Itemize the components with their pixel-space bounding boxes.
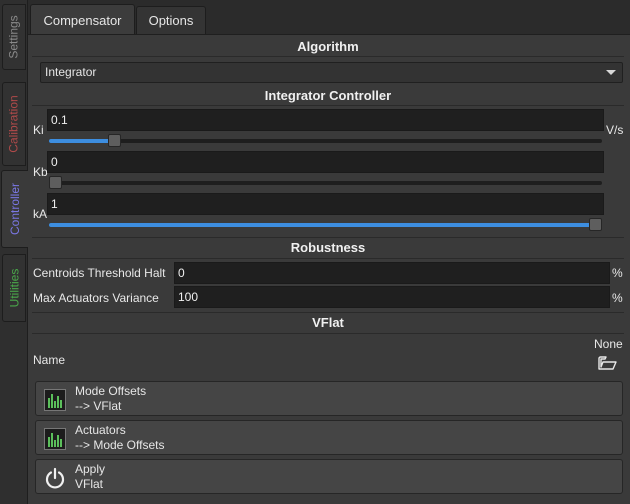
divider (32, 258, 624, 259)
max-actuators-variance-input[interactable]: 100 (174, 286, 610, 308)
ki-slider-fill (49, 139, 115, 143)
tab-options[interactable]: Options (136, 6, 206, 34)
side-tab-bar: Settings Calibration Controller Utilitie… (0, 0, 28, 504)
ka-slider-fill (49, 223, 596, 227)
apply-vflat-line1: Apply (75, 462, 106, 476)
ki-slider[interactable] (49, 134, 602, 147)
ka-input[interactable]: 1 (47, 193, 604, 215)
actuators-to-mode-offsets-button[interactable]: Actuators --> Mode Offsets (35, 420, 623, 455)
side-tab-calibration-label: Calibration (7, 95, 21, 153)
vflat-name-label: Name (33, 353, 66, 367)
mode-offsets-to-vflat-button[interactable]: Mode Offsets --> VFlat (35, 381, 623, 416)
divider (32, 333, 624, 334)
tab-compensator[interactable]: Compensator (30, 4, 135, 35)
actuators-to-mode-offsets-line2: --> Mode Offsets (75, 438, 165, 452)
ka-slider-handle[interactable] (589, 218, 602, 231)
algorithm-select[interactable]: Integrator (40, 62, 623, 83)
side-tab-controller[interactable]: Controller (1, 170, 28, 248)
side-tab-utilities-label: Utilities (7, 268, 22, 308)
side-tab-utilities[interactable]: Utilities (2, 254, 26, 322)
actuators-to-mode-offsets-line1: Actuators (75, 423, 126, 437)
ki-input[interactable]: 0.1 (47, 109, 604, 131)
mode-offsets-to-vflat-line1: Mode Offsets (75, 384, 147, 398)
max-actuators-variance-label: Max Actuators Variance (33, 291, 159, 305)
divider (32, 237, 624, 238)
kb-label: Kb (33, 165, 48, 179)
side-tab-controller-label: Controller (8, 182, 22, 236)
divider (32, 312, 624, 313)
compensator-panel: Algorithm Integrator Integrator Controll… (28, 34, 630, 504)
apply-vflat-button[interactable]: Apply VFlat (35, 459, 623, 494)
folder-open-icon[interactable] (598, 355, 618, 371)
ka-slider[interactable] (49, 218, 602, 231)
side-tab-settings[interactable]: Settings (2, 4, 26, 70)
chart-icon (44, 389, 66, 411)
robustness-title: Robustness (290, 240, 366, 255)
ki-unit: V/s (606, 123, 624, 137)
kb-input[interactable]: 0 (47, 151, 604, 173)
divider (32, 56, 624, 57)
max-actuators-variance-unit: % (612, 291, 623, 305)
kb-slider[interactable] (49, 176, 602, 189)
ki-label: Ki (33, 123, 44, 137)
divider (32, 105, 624, 106)
side-tab-calibration[interactable]: Calibration (2, 82, 26, 166)
ki-slider-handle[interactable] (108, 134, 122, 147)
top-tab-bar: Compensator Options (28, 0, 630, 35)
algorithm-select-value: Integrator (45, 65, 97, 79)
vflat-title: VFlat (312, 315, 344, 330)
integrator-title: Integrator Controller (264, 88, 392, 103)
centroids-threshold-label: Centroids Threshold Halt (33, 266, 166, 280)
centroids-threshold-unit: % (612, 266, 623, 280)
tab-compensator-label: Compensator (43, 12, 122, 28)
tab-options-label: Options (148, 13, 194, 28)
mode-offsets-to-vflat-line2: --> VFlat (75, 399, 122, 413)
chevron-down-icon (606, 70, 616, 75)
centroids-threshold-input[interactable]: 0 (174, 262, 610, 284)
power-icon (44, 467, 66, 489)
vflat-name-value: None (594, 337, 623, 351)
apply-vflat-line2: VFlat (75, 477, 104, 491)
ka-label: kA (33, 207, 48, 221)
algorithm-title: Algorithm (297, 39, 359, 54)
kb-slider-handle[interactable] (49, 176, 62, 189)
chart-icon (44, 428, 66, 450)
side-tab-settings-label: Settings (7, 15, 22, 59)
